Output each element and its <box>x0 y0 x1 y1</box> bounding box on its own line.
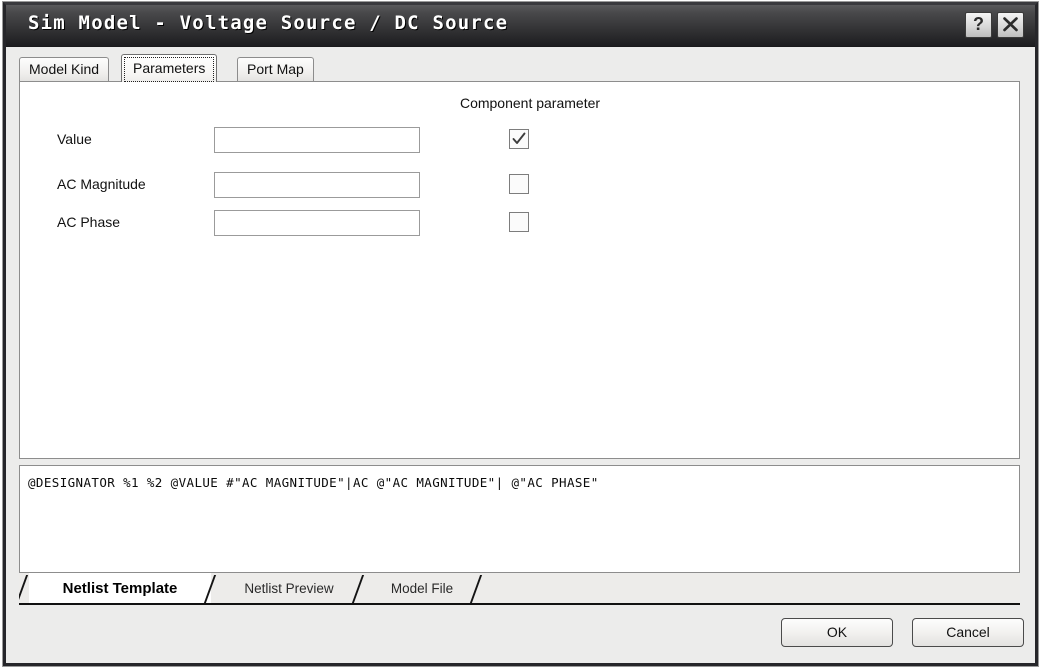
label-ac-magnitude: AC Magnitude <box>57 176 146 192</box>
netlist-template-textarea[interactable]: @DESIGNATOR %1 %2 @VALUE #"AC MAGNITUDE"… <box>19 465 1020 573</box>
tab-label: Model File <box>390 581 454 596</box>
title-bar: Sim Model - Voltage Source / DC Source ? <box>6 5 1035 47</box>
ac-phase-input[interactable] <box>214 210 420 236</box>
tab-label: Port Map <box>247 61 304 77</box>
ac-magnitude-component-parameter-checkbox[interactable] <box>509 174 529 194</box>
tab-parameters[interactable]: Parameters <box>121 54 218 82</box>
bottom-tab-netlist-template[interactable]: Netlist Template <box>29 573 211 603</box>
tab-label: Parameters <box>133 60 206 76</box>
tab-label: Netlist Template <box>62 580 178 597</box>
component-parameter-header: Component parameter <box>459 95 601 111</box>
netlist-template-text: @DESIGNATOR %1 %2 @VALUE #"AC MAGNITUDE"… <box>28 475 599 490</box>
tab-label: Netlist Preview <box>244 581 334 596</box>
close-button[interactable] <box>997 12 1024 38</box>
tab-label: Model Kind <box>29 61 100 77</box>
close-icon <box>1003 17 1018 32</box>
ok-button[interactable]: OK <box>781 618 893 647</box>
parameters-panel: Component parameter Value AC Magnitude A… <box>19 81 1020 459</box>
bottom-tab-model-file[interactable]: Model File <box>367 573 477 603</box>
label-value: Value <box>57 131 92 147</box>
tab-edge-left <box>19 575 29 603</box>
bottom-tab-netlist-preview[interactable]: Netlist Preview <box>219 573 359 603</box>
tab-port-map[interactable]: Port Map <box>237 57 314 81</box>
tab-model-kind[interactable]: Model Kind <box>19 57 110 81</box>
ac-magnitude-input[interactable] <box>214 172 420 198</box>
window-title: Sim Model - Voltage Source / DC Source <box>28 12 509 34</box>
value-component-parameter-checkbox[interactable] <box>509 129 529 149</box>
checkmark-icon <box>512 132 526 144</box>
dialog-window: Sim Model - Voltage Source / DC Source ?… <box>3 2 1038 666</box>
bottom-tab-strip: Netlist Template Netlist Preview Model F… <box>19 573 1020 605</box>
parameter-row-ac-magnitude: AC Magnitude <box>20 172 1019 198</box>
parameter-row-ac-phase: AC Phase <box>20 210 1019 236</box>
label-ac-phase: AC Phase <box>57 214 121 230</box>
parameter-row-value: Value <box>20 127 1019 153</box>
ac-phase-component-parameter-checkbox[interactable] <box>509 212 529 232</box>
cancel-button[interactable]: Cancel <box>912 618 1024 647</box>
help-button[interactable]: ? <box>965 12 992 38</box>
value-input[interactable] <box>214 127 420 153</box>
